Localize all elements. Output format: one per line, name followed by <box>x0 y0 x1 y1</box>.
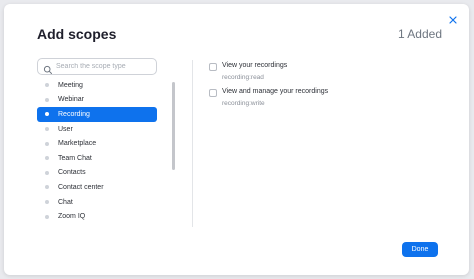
close-icon[interactable] <box>447 13 459 25</box>
bullet-icon <box>45 83 49 88</box>
category-item-team-chat[interactable]: Team Chat <box>37 151 157 166</box>
category-item-webinar[interactable]: Webinar <box>37 93 157 108</box>
category-item-chat[interactable]: Chat <box>37 195 157 210</box>
dialog-title: Add scopes <box>37 26 117 42</box>
scope-key: recording:write <box>222 100 265 107</box>
bullet-icon <box>45 214 49 219</box>
category-label: Webinar <box>58 96 84 104</box>
bullet-icon <box>45 112 49 117</box>
category-label: Contacts <box>58 169 86 177</box>
scope-option-recording-write[interactable]: View and manage your recordings recordin… <box>209 88 328 107</box>
category-label: Contact center <box>58 183 104 191</box>
scope-checkbox[interactable] <box>209 89 217 97</box>
bullet-icon <box>45 170 49 175</box>
category-label: Zoom IQ <box>58 213 86 221</box>
scope-option-recording-read[interactable]: View your recordings recording:read <box>209 62 287 81</box>
done-button[interactable]: Done <box>402 242 438 257</box>
category-item-user[interactable]: User <box>37 122 157 137</box>
bullet-icon <box>45 141 49 146</box>
search-icon <box>43 62 53 74</box>
category-label: Chat <box>58 198 73 206</box>
scope-label: View and manage your recordings <box>222 88 329 95</box>
category-item-meeting[interactable]: Meeting <box>37 78 157 93</box>
category-label: Recording <box>58 110 90 118</box>
category-item-marketplace[interactable]: Marketplace <box>37 136 157 151</box>
category-label: Team Chat <box>58 154 92 162</box>
bullet-icon <box>45 200 49 205</box>
bullet-icon <box>45 97 49 102</box>
panel-divider <box>192 60 193 227</box>
scope-label: View your recordings <box>222 62 288 69</box>
category-list-scrollbar[interactable] <box>172 82 175 170</box>
category-label: Meeting <box>58 81 83 89</box>
category-item-contact-center[interactable]: Contact center <box>37 180 157 195</box>
scope-category-list: Meeting Webinar Recording User Marketpla… <box>37 78 157 224</box>
category-label: User <box>58 125 73 133</box>
category-label: Marketplace <box>58 140 97 148</box>
scope-search-input[interactable] <box>53 60 152 73</box>
category-item-recording[interactable]: Recording <box>37 107 157 122</box>
category-item-zoom-iq[interactable]: Zoom IQ <box>37 209 157 224</box>
bullet-icon <box>45 185 49 190</box>
bullet-icon <box>45 127 49 132</box>
bullet-icon <box>45 156 49 161</box>
scope-key: recording:read <box>222 74 264 81</box>
added-count: 1 Added <box>397 27 442 41</box>
scope-checkbox[interactable] <box>209 63 217 71</box>
scope-search-box[interactable] <box>37 58 157 75</box>
category-item-contacts[interactable]: Contacts <box>37 166 157 181</box>
add-scopes-dialog: Add scopes 1 Added Meeting Webinar Recor… <box>4 4 469 275</box>
